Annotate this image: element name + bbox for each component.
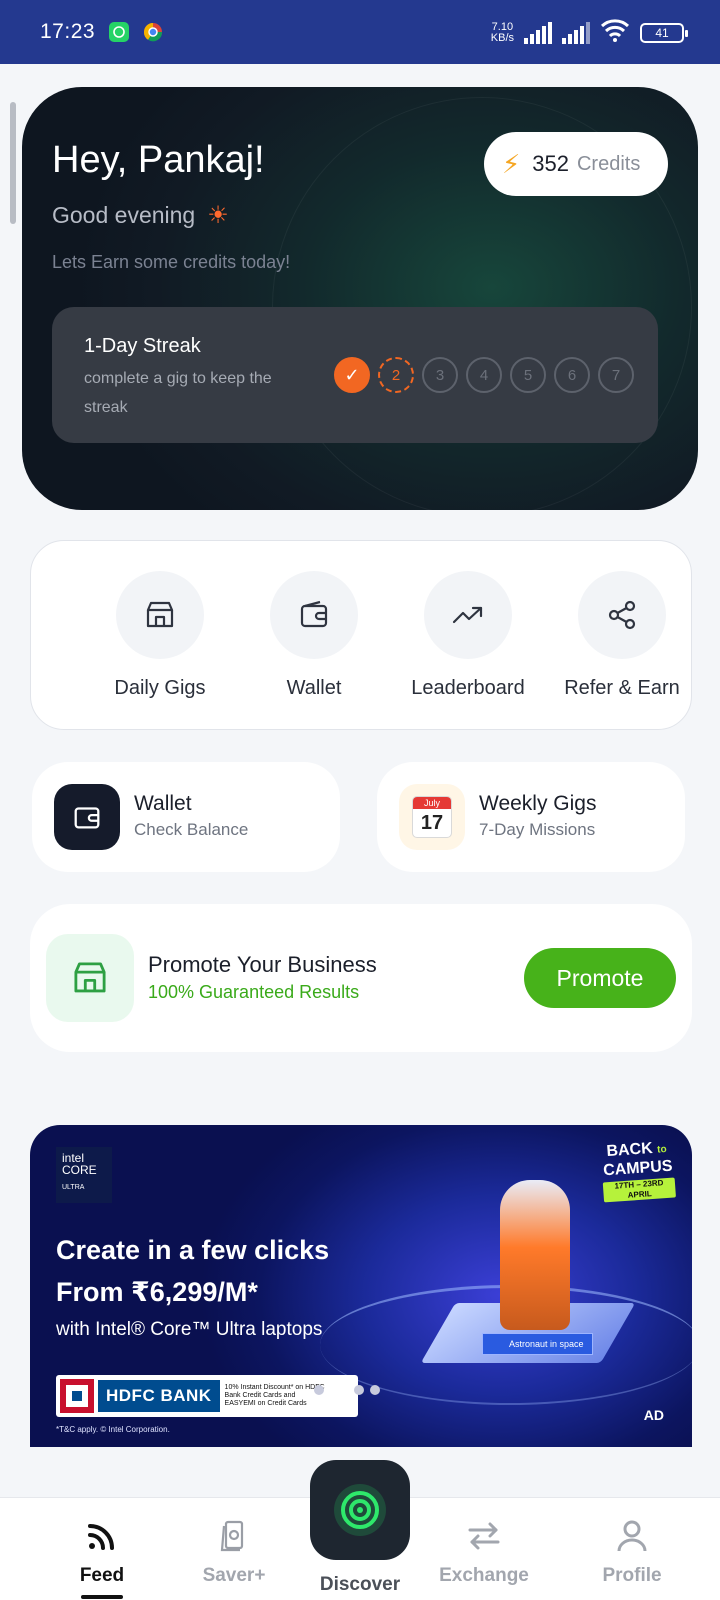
promote-business-card: Promote Your Business 100% Guaranteed Re… [30, 904, 692, 1052]
hdfc-offer-box: HDFC BANK 10% Instant Discount* on HDFC … [56, 1375, 358, 1417]
weekly-gigs-card[interactable]: July 17 Weekly Gigs 7-Day Missions [377, 762, 685, 872]
promote-title: Promote Your Business [148, 952, 377, 977]
credits-pill[interactable]: ⚡ 352 Credits [484, 132, 668, 196]
battery-icon: 41 [640, 22, 688, 43]
nav-profile[interactable]: Profile [572, 1518, 692, 1587]
hdfc-bank-name: HDFC BANK [98, 1380, 220, 1412]
nav-label: Saver+ [202, 1565, 266, 1586]
nav-discover-button[interactable] [310, 1460, 410, 1560]
wifi-icon [600, 18, 630, 47]
network-speed: 7.10 KB/s [490, 20, 514, 44]
greeting-subtitle: Lets Earn some credits today! [52, 252, 291, 272]
store-icon [116, 571, 204, 659]
weekly-gigs-subtitle: 7-Day Missions [479, 820, 596, 839]
quick-action-label: Refer & Earn [564, 677, 680, 699]
target-icon [334, 1484, 386, 1536]
hdfc-discount-text: 10% Instant Discount* on HDFC Bank Credi… [224, 1384, 325, 1407]
credits-label: Credits [576, 152, 641, 175]
streak-day-5: 5 [510, 357, 546, 393]
wallet-icon [270, 571, 358, 659]
sun-icon: ☀ [207, 202, 229, 229]
whatsapp-icon [109, 22, 130, 42]
rss-feed-icon [88, 1524, 114, 1550]
ad-headline: Create in a few clicks [56, 1235, 330, 1265]
promote-subtitle: 100% Guaranteed Results [148, 982, 360, 1002]
streak-description: complete a gig to keep the streak [84, 370, 272, 416]
carousel-dot[interactable] [354, 1385, 364, 1395]
time-of-day: Good evening ☀ [52, 201, 229, 230]
quick-action-leaderboard[interactable]: Leaderboard [391, 571, 545, 700]
wallet-card[interactable]: Wallet Check Balance [32, 762, 340, 872]
astronaut-tag: Astronaut in space [482, 1333, 593, 1355]
greeting-card: Hey, Pankaj! Good evening ☀ Lets Earn so… [22, 87, 698, 510]
ad-banner[interactable]: intel CORE ULTRA Astronaut in space BACK… [30, 1125, 692, 1447]
user-icon [617, 1520, 647, 1552]
wallet-card-title: Wallet [134, 792, 192, 815]
status-bar: 17:23 7.10 KB/s 41 [0, 0, 720, 64]
exchange-arrows-icon [468, 1522, 500, 1550]
calendar-icon: July 17 [399, 784, 465, 850]
streak-day-7: 7 [598, 357, 634, 393]
trending-up-icon [424, 571, 512, 659]
nav-label: Exchange [439, 1565, 529, 1586]
streak-title: 1-Day Streak [84, 335, 201, 357]
store-icon [46, 934, 134, 1022]
quick-action-label: Daily Gigs [114, 677, 206, 699]
nav-feed[interactable]: Feed [42, 1518, 162, 1599]
carousel-dots[interactable] [314, 1383, 380, 1397]
quick-action-label: Leaderboard [411, 677, 525, 699]
quick-action-refer-earn[interactable]: Refer & Earn [545, 571, 699, 700]
money-stack-icon [220, 1520, 244, 1552]
hdfc-logo-icon [60, 1379, 94, 1413]
active-indicator [81, 1595, 123, 1599]
back-to-campus-logo: BACK to CAMPUS 17TH – 23RD APRIL [600, 1139, 676, 1203]
promote-button[interactable]: Promote [524, 948, 676, 1008]
nav-label: Feed [79, 1565, 125, 1586]
nav-saver[interactable]: Saver+ [174, 1518, 294, 1587]
lightning-icon: ⚡ [502, 148, 521, 179]
nav-discover-label[interactable]: Discover [300, 1574, 420, 1596]
ad-label: AD [643, 1407, 664, 1423]
streak-days: ✓ 2 3 4 5 6 7 [334, 357, 634, 393]
nav-label: Profile [602, 1565, 662, 1586]
share-icon [578, 571, 666, 659]
ad-tagline: with Intel® Core™ Ultra laptops [56, 1319, 323, 1340]
carousel-dot[interactable] [314, 1385, 324, 1395]
weekly-gigs-title: Weekly Gigs [479, 792, 597, 815]
quick-action-wallet[interactable]: Wallet [237, 571, 391, 700]
signal-icon-2 [562, 21, 590, 44]
status-time: 17:23 [40, 20, 96, 43]
wallet-card-subtitle: Check Balance [134, 820, 249, 839]
intel-core-ultra-logo: intel CORE ULTRA [56, 1147, 112, 1203]
streak-day-2: 2 [378, 357, 414, 393]
greeting-title: Hey, Pankaj! [52, 139, 265, 181]
scroll-indicator[interactable] [10, 102, 16, 224]
streak-day-6: 6 [554, 357, 590, 393]
streak-day-3: 3 [422, 357, 458, 393]
streak-day-4: 4 [466, 357, 502, 393]
signal-icon [524, 21, 552, 44]
quick-actions-card: Daily Gigs Wallet Leaderboard Refer & Ea… [30, 540, 692, 730]
credits-value: 352 [532, 151, 569, 176]
wallet-icon [54, 784, 120, 850]
quick-action-daily-gigs[interactable]: Daily Gigs [83, 571, 237, 700]
ad-price: From ₹6,299/M* [56, 1277, 258, 1307]
streak-day-1: ✓ [334, 357, 370, 393]
check-icon: ✓ [344, 364, 360, 385]
streak-card[interactable]: 1-Day Streak complete a gig to keep the … [52, 307, 658, 443]
carousel-dot[interactable] [370, 1385, 380, 1395]
chrome-icon [143, 22, 163, 42]
nav-exchange[interactable]: Exchange [424, 1518, 544, 1587]
carousel-dot-active[interactable] [330, 1383, 348, 1397]
time-of-day-label: Good evening [52, 202, 196, 228]
ad-fine-print: *T&C apply. © Intel Corporation. [56, 1425, 170, 1434]
quick-action-label: Wallet [286, 677, 342, 699]
astronaut-illustration [500, 1180, 570, 1330]
